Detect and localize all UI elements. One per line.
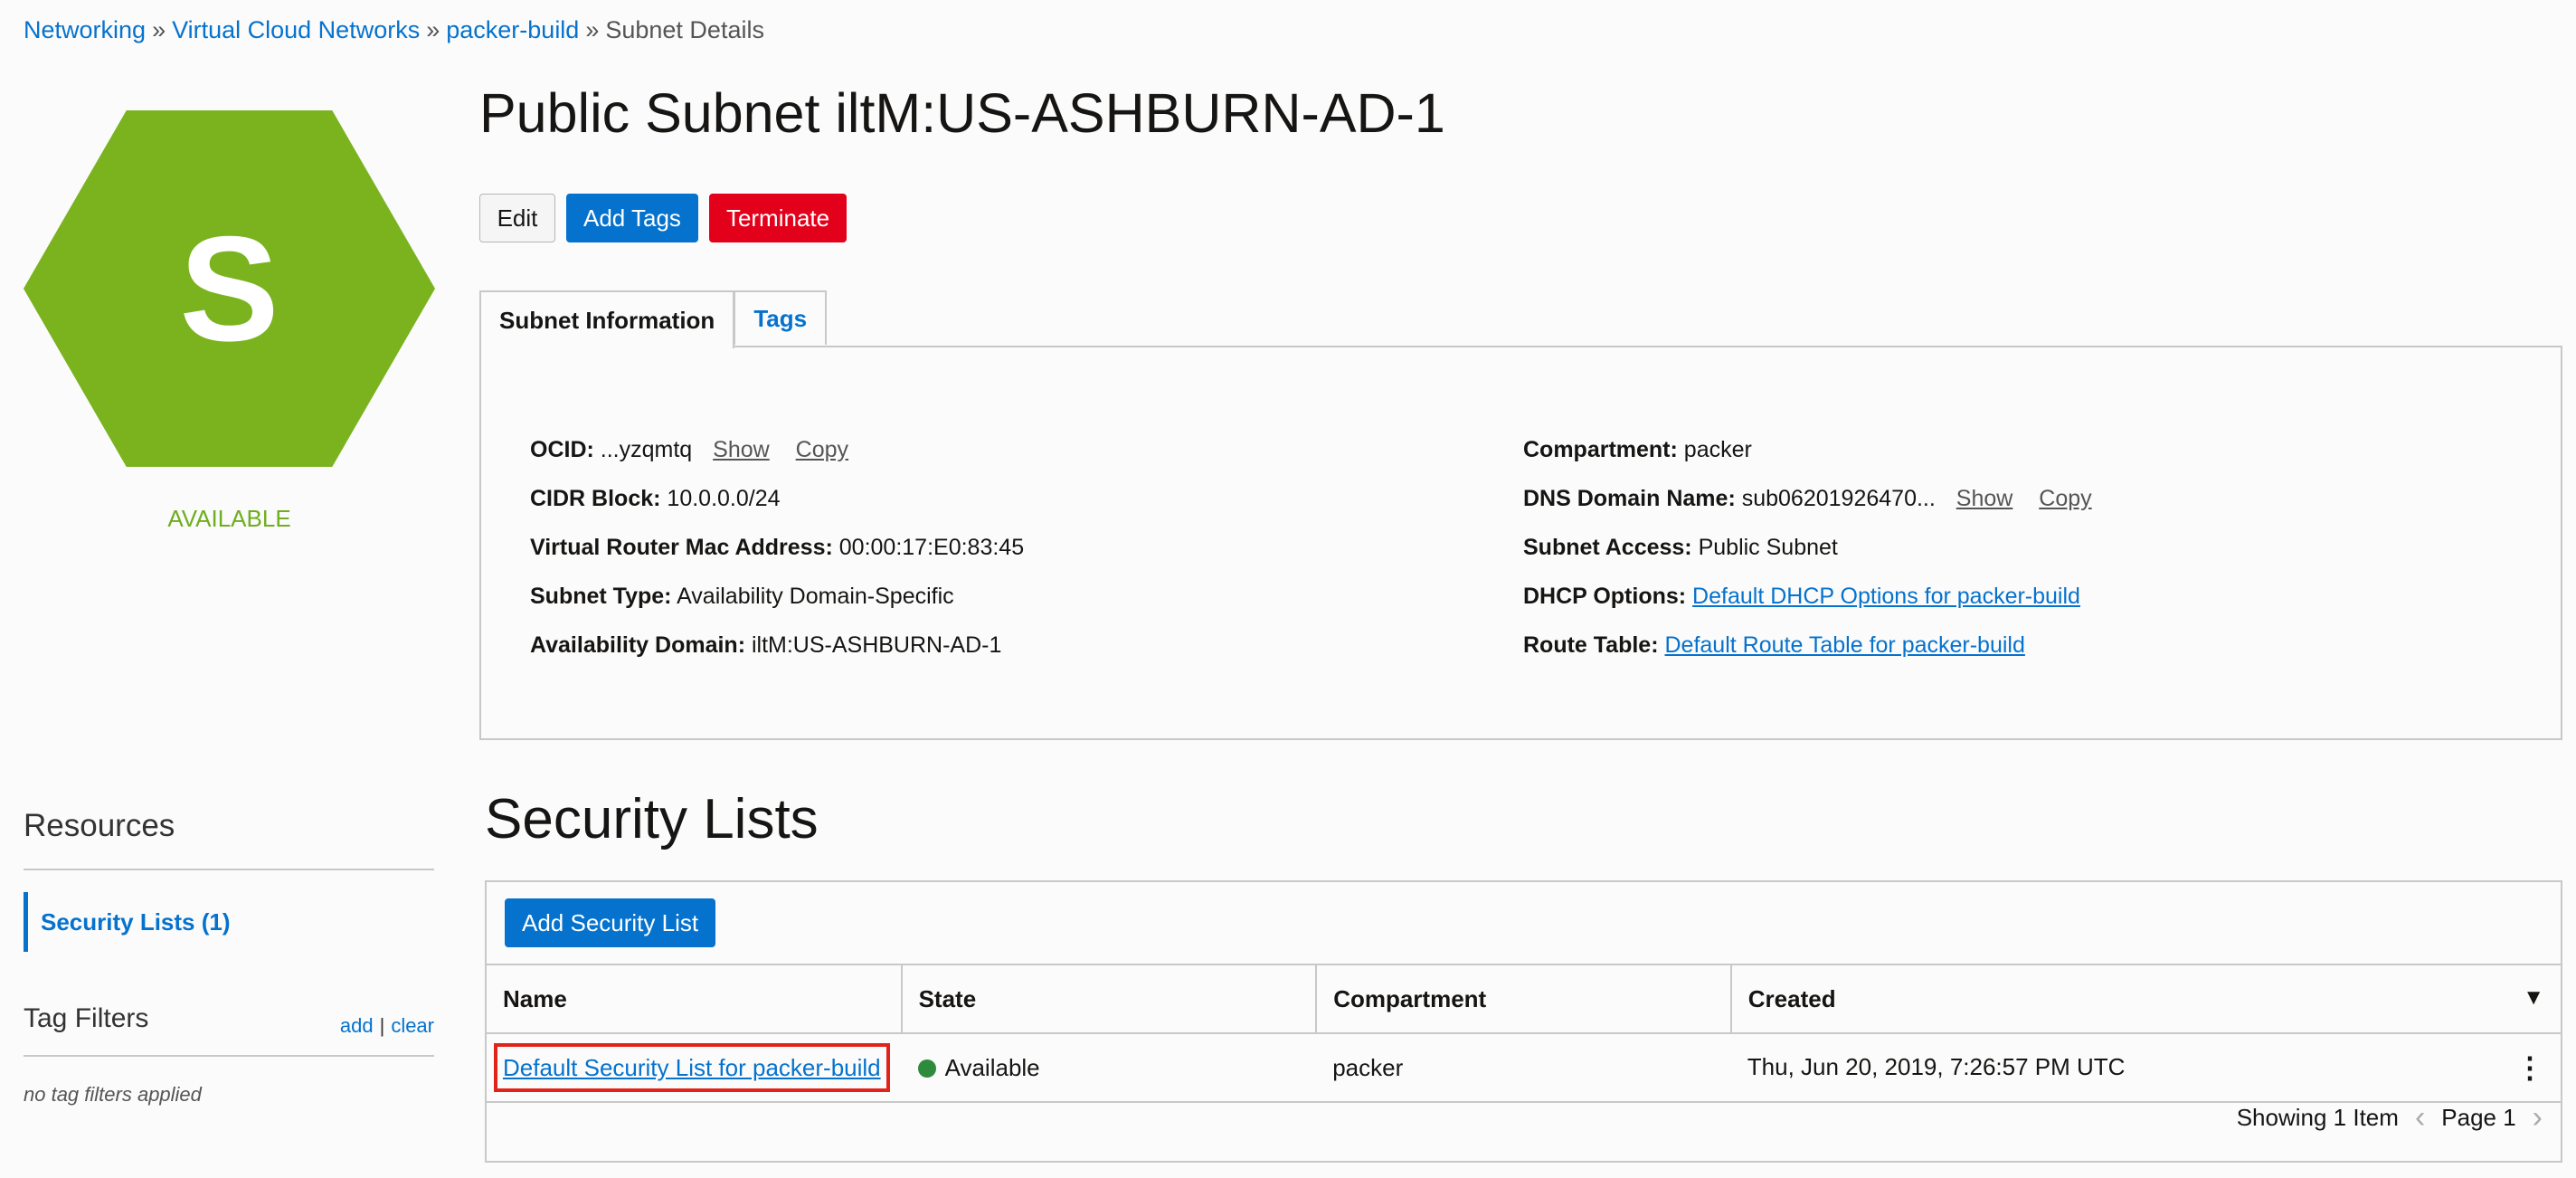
info-value: Public Subnet [1698, 535, 1838, 560]
column-header-label: Name [503, 984, 567, 1012]
kebab-menu-icon[interactable]: ⋮ [2515, 1053, 2544, 1082]
tag-filters-divider [24, 1055, 434, 1057]
info-row-availability-domain: Availability Domain: iltM:US-ASHBURN-AD-… [530, 621, 1024, 670]
sort-descending-icon[interactable]: ▼ [2523, 985, 2544, 1011]
cell-state: Available [901, 1032, 1317, 1103]
info-value: 10.0.0.0/24 [667, 486, 781, 511]
info-row-subnet-type: Subnet Type: Availability Domain-Specifi… [530, 572, 1024, 621]
add-security-list-button[interactable]: Add Security List [505, 898, 716, 947]
column-header-label: State [918, 984, 977, 1012]
info-value: packer [1683, 437, 1752, 462]
info-label: Availability Domain: [530, 632, 746, 658]
info-value: iltM:US-ASHBURN-AD-1 [751, 632, 1002, 658]
info-label: Compartment: [1523, 437, 1678, 462]
breadcrumb-networking[interactable]: Networking [24, 16, 146, 43]
column-header-state[interactable]: State [901, 964, 1318, 1033]
info-label: CIDR Block: [530, 486, 661, 511]
created-text: Thu, Jun 20, 2019, 7:26:57 PM UTC [1747, 1053, 2126, 1080]
info-row-route-table: Route Table: Default Route Table for pac… [1523, 621, 2092, 670]
route-table-link[interactable]: Default Route Table for packer-build [1665, 632, 2025, 658]
info-row-subnet-access: Subnet Access: Public Subnet [1523, 523, 2092, 572]
subnet-information-panel: OCID: ...yzqmtq Show Copy CIDR Block: 10… [479, 346, 2562, 740]
tag-filter-add-link[interactable]: add [340, 1014, 374, 1037]
pagination: Showing 1 Item ‹ Page 1 › [2237, 1100, 2543, 1135]
page-indicator: Page 1 [2441, 1104, 2516, 1131]
showing-count: Showing 1 Item [2236, 1104, 2399, 1131]
sidebar-item-security-lists[interactable]: Security Lists (1) [24, 892, 434, 952]
terminate-button[interactable]: Terminate [708, 194, 848, 242]
info-row-cidr-block: CIDR Block: 10.0.0.0/24 [530, 474, 1024, 523]
info-row-router-mac: Virtual Router Mac Address: 00:00:17:E0:… [530, 523, 1024, 572]
tag-filter-actions: add | clear [340, 1014, 434, 1038]
column-header-name[interactable]: Name [487, 964, 903, 1033]
detail-tabs: Subnet Information Tags [479, 290, 828, 348]
table-header-row: Name State Compartment Created ▼ [487, 964, 2561, 1033]
breadcrumb-separator: » [152, 16, 166, 43]
column-header-compartment[interactable]: Compartment [1316, 964, 1732, 1033]
tag-filters-heading: Tag Filters [24, 1003, 149, 1033]
subnet-hexagon-icon: S [24, 110, 435, 467]
info-value: Availability Domain-Specific [677, 584, 954, 609]
action-bar: Edit Add Tags Terminate [479, 194, 848, 242]
breadcrumb: Networking» Virtual Cloud Networks» packer… [24, 16, 764, 44]
available-status-dot-icon [917, 1059, 936, 1078]
breadcrumb-separator: » [585, 16, 600, 43]
breadcrumb-current: Subnet Details [605, 16, 764, 43]
tab-tags[interactable]: Tags [734, 290, 828, 345]
column-header-created[interactable]: Created ▼ [1730, 964, 2561, 1033]
page-title: Public Subnet iltM:US-ASHBURN-AD-1 [479, 82, 1445, 144]
info-label: DNS Domain Name: [1523, 486, 1736, 511]
tag-filter-clear-link[interactable]: clear [391, 1014, 434, 1037]
chevron-right-icon[interactable]: › [2533, 1100, 2543, 1135]
ocid-copy-link[interactable]: Copy [796, 437, 848, 462]
info-value: 00:00:17:E0:83:45 [838, 535, 1025, 560]
resources-divider [24, 869, 434, 870]
info-label: Subnet Type: [530, 584, 672, 609]
breadcrumb-virtual-cloud-networks[interactable]: Virtual Cloud Networks [172, 16, 420, 43]
info-label: OCID: [530, 437, 594, 462]
hexagon-letter: S [179, 205, 279, 372]
security-lists-table: Name State Compartment Created ▼ Default … [487, 964, 2561, 1103]
cell-compartment: packer [1316, 1032, 1731, 1103]
dns-show-link[interactable]: Show [1956, 486, 2013, 511]
info-label: Subnet Access: [1523, 535, 1692, 560]
tag-filters-empty-text: no tag filters applied [24, 1083, 202, 1106]
cell-name: Default Security List for packer-build [487, 1032, 902, 1103]
add-tags-button[interactable]: Add Tags [566, 194, 698, 242]
column-header-label: Compartment [1333, 984, 1487, 1012]
status-label: AVAILABLE [167, 505, 291, 532]
security-lists-heading: Security Lists [485, 788, 819, 850]
info-row-compartment: Compartment: packer [1523, 425, 2092, 474]
chevron-left-icon[interactable]: ‹ [2415, 1100, 2425, 1135]
column-header-label: Created [1747, 984, 1836, 1012]
info-label: Virtual Router Mac Address: [530, 535, 833, 560]
table-row: Default Security List for packer-build A… [487, 1032, 2561, 1103]
breadcrumb-separator: » [426, 16, 440, 43]
dns-copy-link[interactable]: Copy [2039, 486, 2091, 511]
security-lists-toolbar: Add Security List [505, 898, 716, 947]
cell-created: Thu, Jun 20, 2019, 7:26:57 PM UTC ⋮ [1730, 1032, 2561, 1103]
tab-subnet-information[interactable]: Subnet Information [479, 290, 735, 348]
info-row-ocid: OCID: ...yzqmtq Show Copy [530, 425, 1024, 474]
state-text: Available [944, 1053, 1040, 1081]
dhcp-options-link[interactable]: Default DHCP Options for packer-build [1692, 584, 2080, 609]
ocid-show-link[interactable]: Show [713, 437, 770, 462]
info-row-dns-domain: DNS Domain Name: sub06201926470... Show … [1523, 474, 2092, 523]
info-label: Route Table: [1523, 632, 1659, 658]
info-label: DHCP Options: [1523, 584, 1687, 609]
edit-button[interactable]: Edit [479, 194, 555, 242]
info-row-dhcp-options: DHCP Options: Default DHCP Options for p… [1523, 572, 2092, 621]
security-list-name-link[interactable]: Default Security List for packer-build [494, 1042, 890, 1092]
breadcrumb-packer-build[interactable]: packer-build [446, 16, 579, 43]
info-value: ...yzqmtq [600, 437, 693, 462]
info-value: sub06201926470... [1741, 486, 1936, 511]
info-column-left: OCID: ...yzqmtq Show Copy CIDR Block: 10… [530, 425, 1024, 670]
tag-filter-separator: | [379, 1014, 385, 1037]
security-lists-panel: Add Security List Name State Compartment… [485, 880, 2562, 1163]
info-column-right: Compartment: packer DNS Domain Name: sub… [1523, 425, 2092, 670]
resources-heading: Resources [24, 808, 175, 843]
